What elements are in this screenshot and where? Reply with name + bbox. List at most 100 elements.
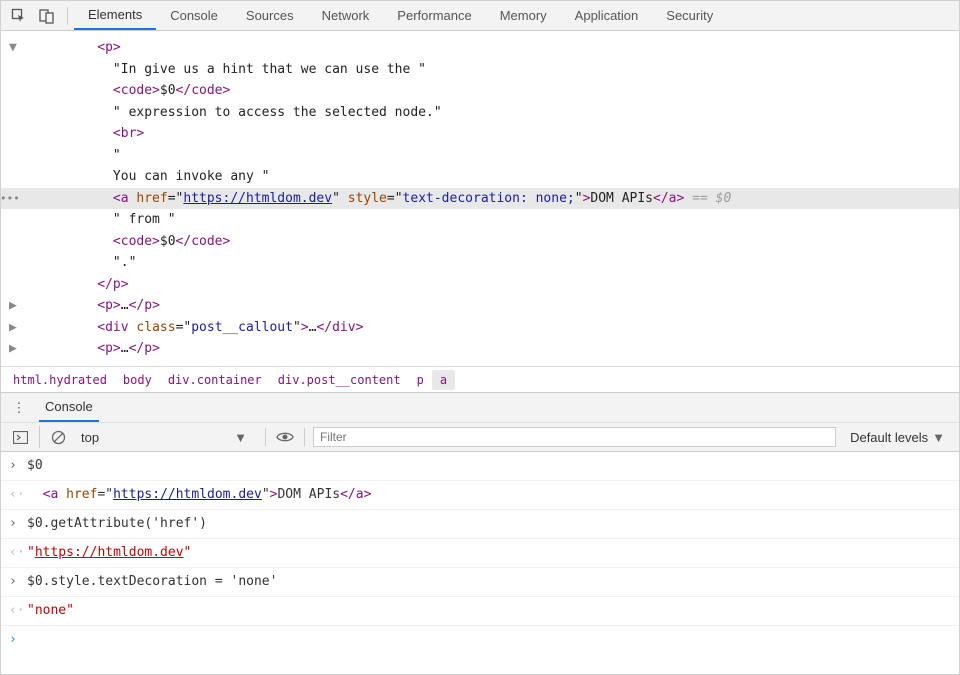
- indent: [19, 277, 97, 292]
- tree-line[interactable]: ": [1, 145, 959, 167]
- console-output: <a href="https://htmldom.dev">DOM APIs</…: [27, 484, 371, 506]
- console-sidebar-toggle-icon[interactable]: [9, 426, 31, 448]
- eq: =: [387, 191, 395, 206]
- console-output-row[interactable]: ‹· "none": [1, 597, 959, 626]
- tag-a-open: <a: [113, 191, 129, 206]
- tab-elements[interactable]: Elements: [74, 1, 156, 30]
- console-input-row[interactable]: › $0: [1, 452, 959, 481]
- expand-icon[interactable]: ▶: [9, 295, 19, 317]
- toolbar-divider: [67, 7, 68, 25]
- tab-security[interactable]: Security: [652, 1, 727, 30]
- console-input-row[interactable]: › $0.getAttribute('href'): [1, 510, 959, 539]
- attr-style-value: text-decoration: none;: [403, 191, 575, 206]
- tab-memory[interactable]: Memory: [486, 1, 561, 30]
- crumb-container[interactable]: div.container: [160, 370, 270, 390]
- tag-p-close: </p>: [129, 341, 160, 356]
- indent: [19, 148, 113, 163]
- toolbar-divider: [265, 428, 266, 446]
- elements-panel[interactable]: ▼ <p> "In give us a hint that we can use…: [1, 31, 959, 366]
- tag-code-close: </code>: [176, 234, 231, 249]
- live-expression-icon[interactable]: [274, 426, 296, 448]
- text-node: ".": [113, 255, 136, 270]
- breadcrumb: html.hydrated body div.container div.pos…: [1, 366, 959, 392]
- tree-line[interactable]: "In give us a hint that we can use the ": [1, 59, 959, 81]
- tree-line[interactable]: " expression to access the selected node…: [1, 102, 959, 124]
- inspect-icon[interactable]: [5, 2, 33, 30]
- attr-class-value: post__callout: [191, 320, 293, 335]
- console-input-row[interactable]: › $0.style.textDecoration = 'none': [1, 568, 959, 597]
- clear-console-icon[interactable]: [39, 426, 69, 448]
- drawer-tab-console[interactable]: Console: [39, 393, 99, 422]
- tree-line[interactable]: ▶ <p>…</p>: [1, 295, 959, 317]
- chevron-down-icon: ▼: [234, 430, 253, 445]
- tag-br: <br>: [113, 126, 144, 141]
- crumb-post-content[interactable]: div.post__content: [270, 370, 409, 390]
- output-arrow-icon: ‹·: [9, 542, 27, 564]
- chevron-down-icon: ▼: [932, 430, 945, 445]
- attr-style: style: [340, 191, 387, 206]
- expand-icon[interactable]: ▶: [9, 317, 19, 339]
- filter-input[interactable]: [313, 427, 836, 447]
- gutter-dots-icon[interactable]: •••: [1, 188, 20, 210]
- log-levels-select[interactable]: Default levels ▼: [844, 430, 951, 445]
- dom-tree[interactable]: ▼ <p> "In give us a hint that we can use…: [1, 31, 959, 366]
- device-toggle-icon[interactable]: [33, 2, 61, 30]
- crumb-p[interactable]: p: [409, 370, 432, 390]
- indent: [19, 320, 97, 335]
- text-node: DOM APIs: [590, 191, 653, 206]
- selected-indicator: == $0: [684, 191, 731, 206]
- tag-p-open: <p>: [97, 341, 120, 356]
- tree-line[interactable]: ▶ <div class="post__callout">…</div>: [1, 317, 959, 339]
- tree-line[interactable]: ▶ <p>…</p>: [1, 338, 959, 360]
- console-body[interactable]: › $0 ‹· <a href="https://htmldom.dev">DO…: [1, 452, 959, 662]
- tab-console[interactable]: Console: [156, 1, 232, 30]
- tab-network[interactable]: Network: [308, 1, 384, 30]
- input-arrow-icon: ›: [9, 571, 27, 593]
- console-output: "none": [27, 600, 74, 622]
- indent: [19, 298, 97, 313]
- collapse-icon[interactable]: ▼: [9, 37, 19, 59]
- console-output-row[interactable]: ‹· "https://htmldom.dev": [1, 539, 959, 568]
- text-node: " expression to access the selected node…: [113, 105, 442, 120]
- tag-div-open: <div: [97, 320, 128, 335]
- output-arrow-icon: ‹·: [9, 600, 27, 622]
- console-prompt[interactable]: ›: [1, 626, 959, 654]
- attr-href-value[interactable]: https://htmldom.dev: [183, 191, 332, 206]
- console-output: "https://htmldom.dev": [27, 542, 191, 564]
- tag-a-close: </a>: [653, 191, 684, 206]
- crumb-a[interactable]: a: [432, 370, 455, 390]
- console-drawer-header: ⋮ Console: [1, 392, 959, 422]
- console-input: $0.getAttribute('href'): [27, 513, 207, 535]
- levels-label: Default levels: [850, 430, 928, 445]
- tree-line[interactable]: </p>: [1, 274, 959, 296]
- tree-line[interactable]: <code>$0</code>: [1, 231, 959, 253]
- text-node: $0: [160, 234, 176, 249]
- execution-context-select[interactable]: top ▼: [77, 430, 257, 445]
- tree-line-selected[interactable]: ••• <a href="https://htmldom.dev" style=…: [1, 188, 959, 210]
- tag-p-close: </p>: [129, 298, 160, 313]
- indent: [19, 212, 113, 227]
- tree-line[interactable]: You can invoke any ": [1, 166, 959, 188]
- tree-line[interactable]: ".": [1, 252, 959, 274]
- ellipsis[interactable]: …: [121, 298, 129, 313]
- drawer-menu-icon[interactable]: ⋮: [9, 400, 29, 416]
- tab-performance[interactable]: Performance: [383, 1, 485, 30]
- ellipsis[interactable]: …: [121, 341, 129, 356]
- tree-line[interactable]: <code>$0</code>: [1, 80, 959, 102]
- console-output-row[interactable]: ‹· <a href="https://htmldom.dev">DOM API…: [1, 481, 959, 510]
- tab-application[interactable]: Application: [561, 1, 653, 30]
- input-arrow-icon: ›: [9, 455, 27, 477]
- tree-line[interactable]: <br>: [1, 123, 959, 145]
- indent: [19, 40, 97, 55]
- tab-sources[interactable]: Sources: [232, 1, 308, 30]
- console-toolbar: top ▼ Default levels ▼: [1, 422, 959, 452]
- console-input: $0: [27, 455, 43, 477]
- tree-line[interactable]: ▼ <p>: [1, 37, 959, 59]
- expand-icon[interactable]: ▶: [9, 338, 19, 360]
- text-node: $0: [160, 83, 176, 98]
- crumb-body[interactable]: body: [115, 370, 160, 390]
- indent: [19, 83, 113, 98]
- crumb-html[interactable]: html.hydrated: [5, 370, 115, 390]
- panel-tabs: Elements Console Sources Network Perform…: [74, 1, 727, 30]
- tree-line[interactable]: " from ": [1, 209, 959, 231]
